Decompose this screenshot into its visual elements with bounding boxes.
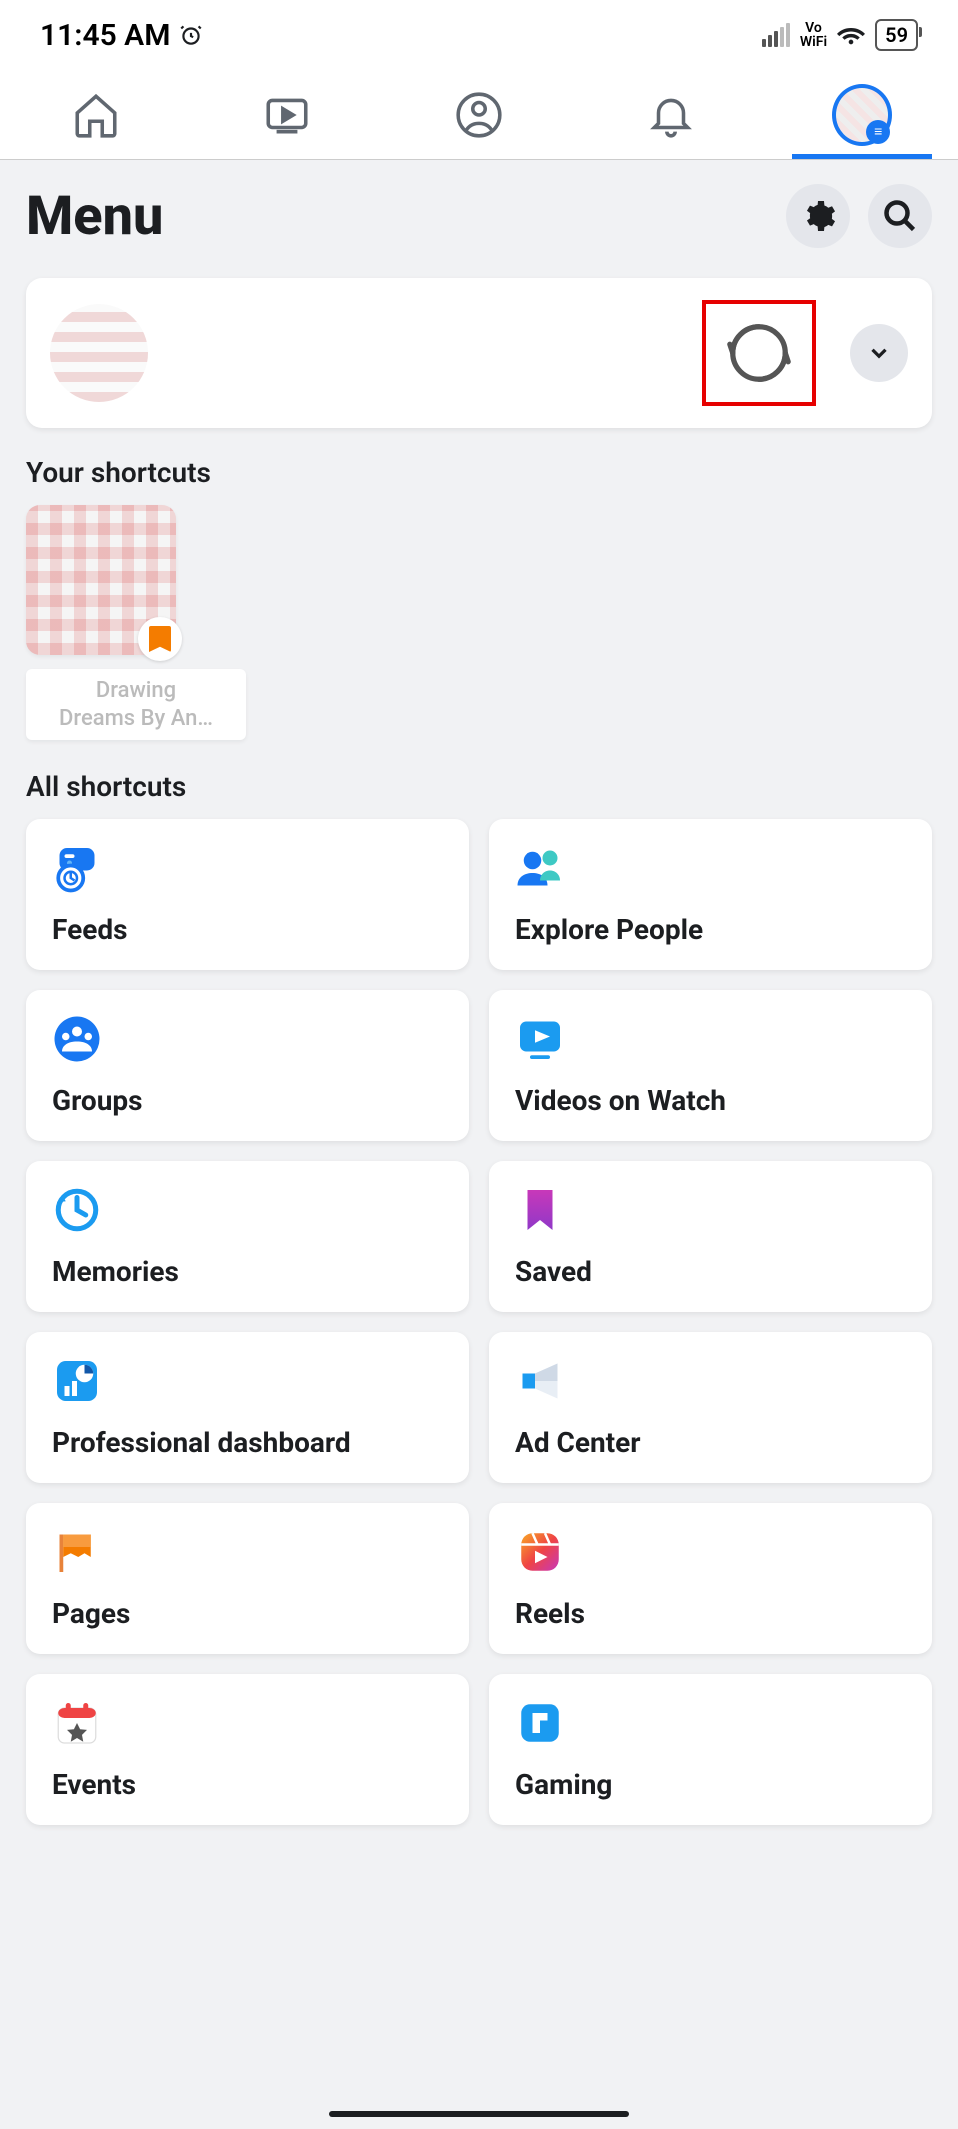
tile-feeds[interactable]: Feeds bbox=[26, 819, 469, 970]
top-nav-tabs bbox=[0, 70, 958, 160]
events-icon bbox=[52, 1698, 102, 1748]
shortcut-item[interactable]: DrawingDreams By An… bbox=[26, 505, 176, 740]
feeds-icon bbox=[52, 843, 102, 893]
shortcut-label: DrawingDreams By An… bbox=[26, 669, 246, 740]
profile-tab-icon bbox=[454, 90, 504, 140]
shortcuts-grid: Feeds Explore People Groups Videos on Wa… bbox=[26, 819, 932, 1825]
shortcut-thumbnail bbox=[26, 505, 176, 655]
pages-icon bbox=[52, 1527, 102, 1577]
watch-icon bbox=[515, 1014, 565, 1064]
groups-icon bbox=[52, 1014, 102, 1064]
ad-center-icon bbox=[515, 1356, 565, 1406]
tab-menu[interactable] bbox=[832, 85, 892, 145]
tile-pages[interactable]: Pages bbox=[26, 1503, 469, 1654]
highlighted-switch-account[interactable] bbox=[702, 300, 816, 406]
tile-professional-dashboard[interactable]: Professional dashboard bbox=[26, 1332, 469, 1483]
tile-ad-center[interactable]: Ad Center bbox=[489, 1332, 932, 1483]
your-shortcuts-heading: Your shortcuts bbox=[26, 456, 932, 489]
tab-home[interactable] bbox=[66, 85, 126, 145]
page-title: Menu bbox=[26, 185, 163, 248]
memories-icon bbox=[52, 1185, 102, 1235]
alarm-icon bbox=[178, 22, 204, 48]
tile-saved[interactable]: Saved bbox=[489, 1161, 932, 1312]
status-time: 11:45 AM bbox=[40, 18, 170, 53]
gear-icon bbox=[800, 198, 836, 234]
tab-video[interactable] bbox=[257, 85, 317, 145]
expand-profile-button[interactable] bbox=[850, 324, 908, 382]
tile-groups[interactable]: Groups bbox=[26, 990, 469, 1141]
cell-signal-icon bbox=[762, 23, 790, 47]
status-bar: 11:45 AM VoWiFi 59 bbox=[0, 0, 958, 70]
menu-avatar-icon bbox=[832, 84, 892, 146]
vowifi-label: VoWiFi bbox=[800, 21, 827, 49]
tab-profile[interactable] bbox=[449, 85, 509, 145]
content-area: Menu Your shortcuts DrawingDreams By An bbox=[0, 160, 958, 2129]
switch-account-icon bbox=[724, 318, 794, 388]
battery-indicator: 59 bbox=[875, 19, 918, 51]
home-icon bbox=[71, 90, 121, 140]
profile-avatar bbox=[50, 304, 148, 402]
tile-gaming[interactable]: Gaming bbox=[489, 1674, 932, 1825]
tile-reels[interactable]: Reels bbox=[489, 1503, 932, 1654]
tile-memories[interactable]: Memories bbox=[26, 1161, 469, 1312]
chevron-down-icon bbox=[866, 340, 892, 366]
reels-icon bbox=[515, 1527, 565, 1577]
tile-explore-people[interactable]: Explore People bbox=[489, 819, 932, 970]
tile-events[interactable]: Events bbox=[26, 1674, 469, 1825]
wifi-icon bbox=[837, 21, 865, 49]
settings-button[interactable] bbox=[786, 184, 850, 248]
shortcut-page-badge-icon bbox=[138, 617, 182, 661]
saved-icon bbox=[515, 1185, 565, 1235]
search-button[interactable] bbox=[868, 184, 932, 248]
bell-icon bbox=[646, 90, 696, 140]
people-icon bbox=[515, 843, 565, 893]
gesture-nav-handle[interactable] bbox=[329, 2111, 629, 2117]
tab-notifications[interactable] bbox=[641, 85, 701, 145]
search-icon bbox=[882, 198, 918, 234]
active-tab-indicator bbox=[792, 154, 932, 159]
video-tab-icon bbox=[262, 90, 312, 140]
tile-videos-watch[interactable]: Videos on Watch bbox=[489, 990, 932, 1141]
gaming-icon bbox=[515, 1698, 565, 1748]
dashboard-icon bbox=[52, 1356, 102, 1406]
profile-card[interactable] bbox=[26, 278, 932, 428]
all-shortcuts-heading: All shortcuts bbox=[26, 770, 932, 803]
